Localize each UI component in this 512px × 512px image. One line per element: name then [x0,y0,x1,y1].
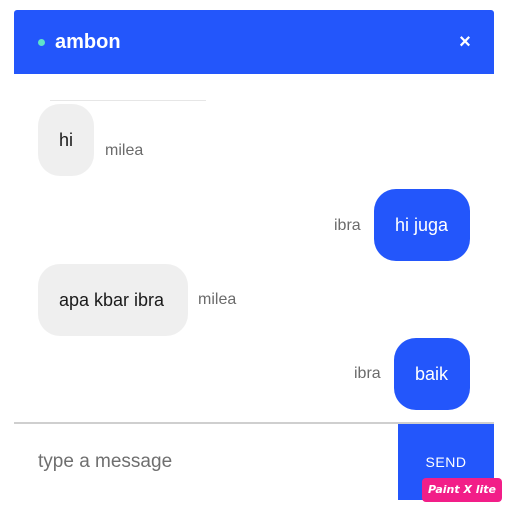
message-row: ibra hi juga [14,189,494,261]
message-bubble-sent: hi juga [374,189,470,261]
message-sender: milea [105,142,144,159]
message-list[interactable]: hi milea ibra hi juga apa kbar ibra mile… [14,74,494,422]
chat-header: ambon × [14,10,494,74]
divider [50,100,206,101]
message-sender: ibra [334,217,361,234]
message-sender: ibra [354,365,381,382]
room-name: ambon [55,31,121,53]
message-bubble-received: apa kbar ibra [38,264,188,336]
message-row: hi milea [14,104,494,176]
message-bubble-received: hi [38,104,94,176]
message-bubble-sent: baik [394,338,470,410]
chat-window: ambon × hi milea ibra hi juga apa kbar i… [14,10,494,502]
watermark-logo: Paint X lite [422,478,502,502]
message-row: apa kbar ibra milea [14,264,494,336]
message-input[interactable] [14,424,398,500]
message-row: ibra baik [14,338,494,410]
message-sender: milea [198,291,237,308]
close-button[interactable]: × [451,28,479,56]
online-status-icon [38,39,45,46]
